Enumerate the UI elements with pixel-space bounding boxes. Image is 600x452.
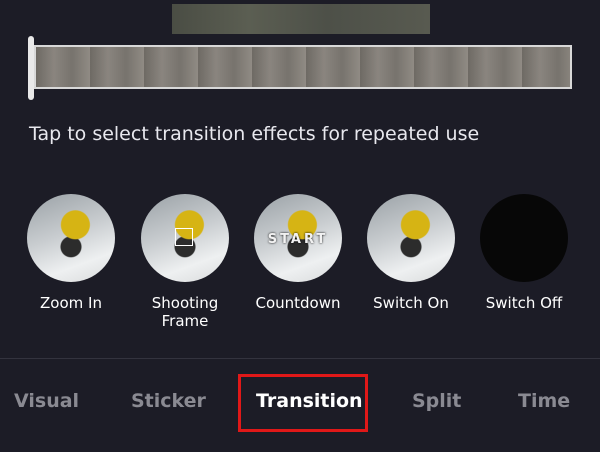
active-tab-highlight-box xyxy=(238,374,368,432)
effect-label: Switch On xyxy=(373,294,449,312)
focus-frame-icon xyxy=(175,228,193,246)
effect-thumbnail: START xyxy=(254,194,342,282)
effect-zoom-in[interactable]: Zoom In xyxy=(11,194,131,312)
bottom-tab-bar: Visual Sticker Transition Split Time xyxy=(0,374,600,434)
video-preview-strip xyxy=(172,4,430,34)
effect-thumbnail xyxy=(141,194,229,282)
effect-label: Shooting Frame xyxy=(151,294,219,330)
tab-time[interactable]: Time xyxy=(518,390,570,412)
effect-label: Countdown xyxy=(255,294,341,312)
tabs-divider xyxy=(0,358,600,359)
timeline-clip[interactable] xyxy=(34,45,572,89)
playhead-handle[interactable] xyxy=(28,36,34,100)
effect-thumbnail xyxy=(27,194,115,282)
effect-shooting-frame[interactable]: Shooting Frame xyxy=(125,194,245,330)
effect-label: Zoom In xyxy=(40,294,102,312)
tab-visual[interactable]: Visual xyxy=(14,390,79,412)
hint-text: Tap to select transition effects for rep… xyxy=(29,123,480,145)
tab-split[interactable]: Split xyxy=(412,390,461,412)
effect-thumbnail xyxy=(480,194,568,282)
effect-label: Switch Off xyxy=(485,294,563,312)
countdown-overlay-text: START xyxy=(267,232,329,247)
effect-countdown[interactable]: START Countdown xyxy=(238,194,358,312)
tab-sticker[interactable]: Sticker xyxy=(131,390,206,412)
effect-thumbnail xyxy=(367,194,455,282)
effect-switch-on[interactable]: Switch On xyxy=(351,194,471,312)
effects-row: Zoom In Shooting Frame START Countdown S… xyxy=(0,194,600,334)
effect-switch-off[interactable]: Switch Off xyxy=(464,194,584,312)
